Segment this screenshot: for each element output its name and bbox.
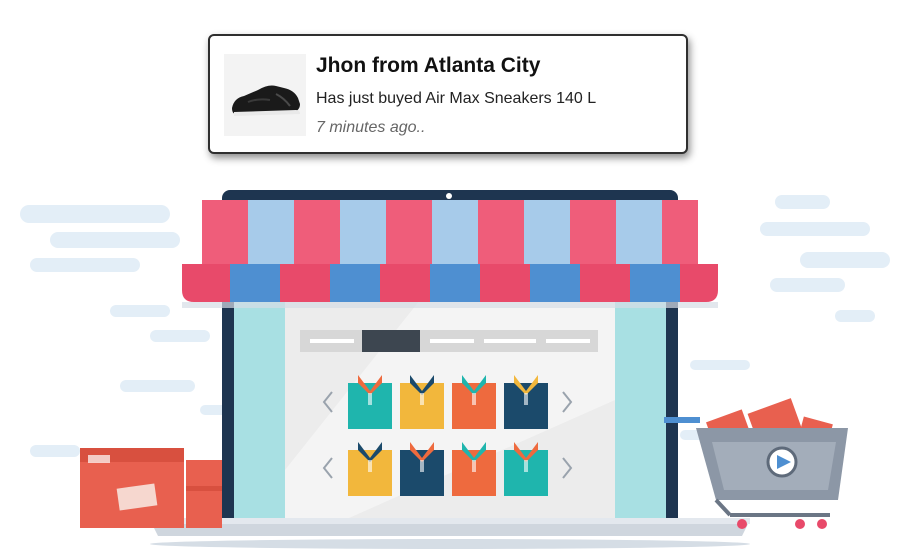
store-awning [182,200,718,308]
shopping-cart [664,398,848,529]
notification-title: Jhon from Atlanta City [316,54,541,77]
shipping-boxes [80,448,222,528]
notification-time: 7 minutes ago.. [316,119,426,136]
sneaker-icon [232,85,300,116]
purchase-notification[interactable]: Jhon from Atlanta City Has just buyed Ai… [208,34,688,154]
notification-message: Has just buyed Air Max Sneakers 140 L [316,90,597,107]
product-thumbnail [224,54,306,136]
store-menu-bar [300,330,598,352]
